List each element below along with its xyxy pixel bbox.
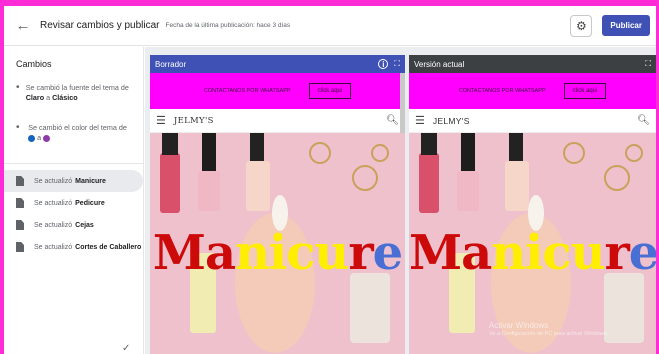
back-arrow-icon[interactable]: ← xyxy=(10,17,36,34)
draft-label: Borrador xyxy=(155,59,187,69)
update-name: Manicure xyxy=(75,177,106,185)
watermark-line1: Activar Windows xyxy=(489,321,549,330)
hero-image: Manicure xyxy=(150,133,405,354)
update-item[interactable]: Se actualizó Cortes de Caballero xyxy=(4,236,143,258)
promo-text: CONTACTANOS POR WHATSAPP xyxy=(458,88,546,94)
hero-title-part: nicu xyxy=(235,225,349,281)
update-name: Pedicure xyxy=(75,199,105,207)
current-label: Versión actual xyxy=(414,59,465,69)
update-item[interactable]: Se actualizó Pedicure xyxy=(4,192,143,214)
change-color: • Se cambió el color del tema de a xyxy=(4,119,143,147)
hero-title-part: e xyxy=(628,225,656,281)
hero-title-part: e xyxy=(372,225,404,281)
hero-title: Manicure xyxy=(150,225,405,281)
last-published-text: Fecha de la última publicación: hace 3 d… xyxy=(165,22,291,29)
change-font: • Se cambió la fuente del tema de Claro … xyxy=(4,79,143,107)
hero-title-text: Manicure xyxy=(152,225,404,281)
promo-button[interactable]: click aqui xyxy=(308,83,352,99)
color-change-prefix: Se cambió el color del tema de xyxy=(28,123,127,132)
current-version-panel: Versión actual ⛶ CONTACTANOS POR WHATSAP… xyxy=(409,55,656,354)
current-panel-header: Versión actual ⛶ xyxy=(409,55,656,73)
color-to-swatch xyxy=(43,134,51,142)
font-middle: a xyxy=(44,93,53,102)
pencil-icon[interactable]: ✓ xyxy=(122,343,130,354)
preview-area: Borrador i ⛶ CONTACTANOS POR WHATSAPP cl… xyxy=(145,47,656,354)
font-from: Claro xyxy=(25,93,45,102)
windows-activation-watermark: Activar Windows Ve a Configuración de PC… xyxy=(489,321,608,339)
hero-title-part: Ma xyxy=(152,225,236,281)
watermark-line2: Ve a Configuración de PC para activar Wi… xyxy=(489,331,608,337)
scrollbar[interactable] xyxy=(400,73,405,133)
hero-title-text: Manicure xyxy=(409,225,656,281)
site-brand[interactable]: JELMY'S xyxy=(174,116,214,126)
hero-title: Manicure xyxy=(409,225,656,281)
bullet-icon: • xyxy=(16,122,20,133)
update-name: Cortes de Caballero xyxy=(75,243,142,251)
bullet-icon: • xyxy=(16,82,20,93)
document-icon xyxy=(16,242,24,252)
draft-panel-header: Borrador i ⛶ xyxy=(150,55,405,73)
update-prefix: Se actualizó xyxy=(34,243,73,251)
document-icon xyxy=(16,220,24,230)
fullscreen-icon[interactable]: ⛶ xyxy=(394,59,400,69)
sidebar-divider xyxy=(4,163,143,164)
settings-gear-icon[interactable]: ⚙ xyxy=(570,14,593,37)
update-prefix: Se actualizó xyxy=(34,221,73,229)
changes-heading: Cambios xyxy=(16,59,52,69)
page-title: Revisar cambios y publicar xyxy=(40,20,160,31)
site-nav: ☰ JELMY'S 🔍︎ xyxy=(150,109,405,133)
promo-banner: CONTACTANOS POR WHATSAPP click aqui xyxy=(409,73,656,109)
site-brand[interactable]: JELMY'S xyxy=(433,116,470,126)
update-prefix: Se actualizó xyxy=(34,177,73,185)
top-bar: ← Revisar cambios y publicar Fecha de la… xyxy=(4,6,656,46)
hero-image: Manicure Activar Windows Ve a Configurac… xyxy=(409,133,656,354)
hero-title-part: r xyxy=(604,225,630,281)
document-icon xyxy=(16,176,24,186)
search-icon[interactable]: 🔍︎ xyxy=(386,115,399,126)
search-icon[interactable]: 🔍︎ xyxy=(637,115,650,126)
font-to: Clásico xyxy=(52,93,78,102)
updates-list: Se actualizó Manicure Se actualizó Pedicure… xyxy=(4,170,143,258)
hero-title-part: Ma xyxy=(409,225,492,281)
changes-sidebar: Cambios • Se cambió la fuente del tema d… xyxy=(4,47,144,354)
update-item[interactable]: Se actualizó Cejas xyxy=(4,214,143,236)
font-change-prefix: Se cambió la fuente del tema de xyxy=(25,83,129,92)
update-prefix: Se actualizó xyxy=(34,199,73,207)
fullscreen-icon[interactable]: ⛶ xyxy=(645,59,651,69)
promo-banner: CONTACTANOS POR WHATSAPP click aqui xyxy=(150,73,405,109)
promo-button[interactable]: click aqui xyxy=(563,83,607,99)
hero-title-part: r xyxy=(348,225,373,281)
promo-text: CONTACTANOS POR WHATSAPP xyxy=(203,88,291,94)
document-icon xyxy=(16,198,24,208)
update-item[interactable]: Se actualizó Manicure xyxy=(4,170,143,192)
update-name: Cejas xyxy=(75,221,94,229)
draft-panel: Borrador i ⛶ CONTACTANOS POR WHATSAPP cl… xyxy=(150,55,405,354)
site-nav: ☰ JELMY'S 🔍︎ xyxy=(409,109,656,133)
hero-title-part: nicu xyxy=(491,225,605,281)
hamburger-menu-icon[interactable]: ☰ xyxy=(415,114,425,127)
publish-button[interactable]: Publicar xyxy=(602,15,650,36)
color-middle: a xyxy=(35,133,44,142)
info-icon[interactable]: i xyxy=(378,59,389,69)
hamburger-menu-icon[interactable]: ☰ xyxy=(156,114,166,127)
